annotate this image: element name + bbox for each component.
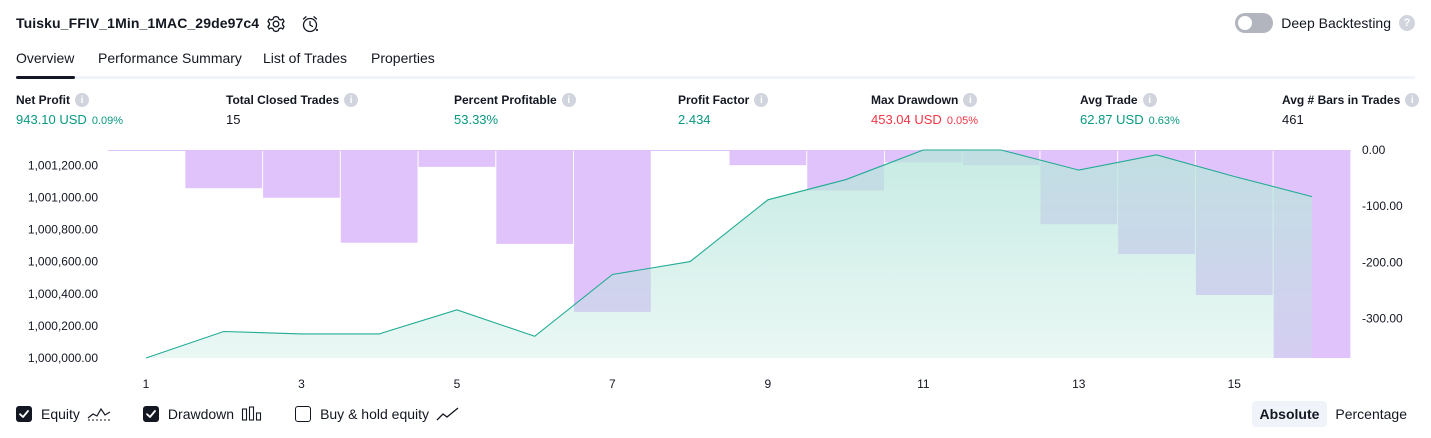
info-icon[interactable]: i (963, 93, 978, 107)
tab-properties[interactable]: Properties (371, 50, 435, 66)
metric-label: Max Drawdown (871, 93, 959, 107)
x-tick-label: 3 (298, 377, 305, 391)
legend-equity[interactable]: Equity (16, 406, 111, 422)
percentage-button[interactable]: Percentage (1327, 401, 1415, 427)
deep-backtesting-toggle[interactable] (1235, 13, 1274, 33)
metric-value: 461 (1282, 112, 1304, 127)
metric-value: 2.434 (678, 112, 711, 127)
tab-performance-summary[interactable]: Performance Summary (98, 50, 242, 66)
y-right-tick-label: 0.00 (1362, 143, 1386, 157)
info-icon[interactable]: i (75, 93, 89, 107)
equity-drawdown-chart: 1,000,000.00 1,000,200.00 1,000,400.00 1,00… (28, 143, 1403, 391)
equity-line-icon (87, 406, 111, 422)
settings-icon[interactable] (265, 13, 287, 35)
help-icon[interactable]: ? (1399, 15, 1415, 31)
metric-value: 62.87 USD (1080, 112, 1144, 127)
legend-equity-label: Equity (41, 406, 80, 422)
metric-percent-profitable: Percent Profitable i 53.33% (454, 93, 576, 127)
x-tick-label: 15 (1228, 377, 1242, 391)
y-left-tick-label: 1,000,800.00 (28, 223, 98, 237)
drawdown-bar (418, 150, 496, 167)
metric-percent: 0.09% (91, 115, 124, 127)
y-left-tick-label: 1,000,600.00 (28, 255, 98, 269)
metric-value: 943.10 USD (16, 112, 87, 127)
metric-label: Avg Trade (1080, 93, 1138, 107)
tab-bar: Overview Performance Summary List of Tra… (16, 46, 1415, 79)
info-icon[interactable]: i (1142, 93, 1157, 107)
metric-net-profit: Net Profit i 943.10 USD 0.09% (16, 93, 123, 127)
metric-value: 15 (226, 112, 241, 127)
metric-label: Percent Profitable (454, 93, 557, 107)
drawdown-bar (185, 150, 263, 189)
y-right-tick-label: -100.00 (1362, 199, 1403, 213)
legend-buy-hold[interactable]: Buy & hold equity (295, 406, 460, 422)
alert-clock-icon[interactable] (299, 13, 321, 35)
drawdown-checkbox[interactable] (142, 406, 159, 422)
metric-total-closed-trades: Total Closed Trades i 15 (226, 93, 359, 127)
legend-drawdown[interactable]: Drawdown (142, 406, 263, 422)
metric-value: 453.04 USD (871, 112, 942, 127)
drawdown-bar (729, 150, 807, 166)
drawdown-bars-icon (241, 406, 263, 422)
x-tick-label: 1 (143, 377, 150, 391)
metric-label: Avg # Bars in Trades (1282, 93, 1401, 107)
drawdown-bar (496, 150, 574, 244)
info-icon[interactable]: i (1405, 93, 1420, 107)
x-tick-label: 11 (917, 377, 930, 391)
x-tick-label: 9 (765, 377, 772, 391)
metric-label: Profit Factor (678, 93, 750, 107)
absolute-button[interactable]: Absolute (1251, 401, 1328, 427)
toggle-knob (1238, 16, 1253, 30)
metric-percent: 0.05% (946, 115, 979, 127)
strategy-header: Tuisku_FFIV_1Min_1MAC_29de97c4 Deep Back… (16, 10, 1415, 38)
drawdown-bar (340, 150, 418, 243)
x-tick-label: 5 (454, 377, 461, 391)
metric-label: Total Closed Trades (226, 93, 340, 107)
x-tick-label: 13 (1072, 377, 1086, 391)
metric-label: Net Profit (16, 93, 70, 107)
metric-avg-trade: Avg Trade i 62.87 USD 0.63% (1080, 93, 1180, 127)
metric-max-drawdown: Max Drawdown i 453.04 USD 0.05% (871, 93, 978, 127)
tab-list-of-trades[interactable]: List of Trades (263, 50, 347, 66)
info-icon[interactable]: i (344, 93, 359, 107)
metrics-row: Net Profit i 943.10 USD 0.09% Total Closed… (0, 93, 1431, 133)
value-mode-switch: Absolute Percentage (1251, 401, 1416, 427)
deep-backtesting-label: Deep Backtesting (1281, 15, 1391, 31)
y-left-tick-label: 1,000,400.00 (28, 287, 98, 301)
y-left-tick-label: 1,000,200.00 (28, 319, 98, 333)
metric-avg-bars: Avg # Bars in Trades i 461 (1282, 93, 1420, 127)
deep-backtesting: Deep Backtesting ? (1235, 13, 1415, 33)
y-right-tick-label: -200.00 (1362, 255, 1403, 269)
metric-profit-factor: Profit Factor i 2.434 (678, 93, 769, 127)
metric-value: 53.33% (454, 112, 499, 127)
legend-buy-hold-label: Buy & hold equity (320, 406, 430, 422)
chart-legend: Equity Drawdown Buy & hold equity (16, 403, 492, 425)
info-icon[interactable]: i (754, 93, 769, 107)
equity-checkbox[interactable] (16, 406, 32, 422)
y-left-tick-label: 1,001,000.00 (28, 190, 98, 204)
tab-overview[interactable]: Overview (16, 50, 74, 66)
y-right-tick-label: -300.00 (1362, 312, 1403, 326)
active-tab-indicator (16, 76, 75, 79)
legend-drawdown-label: Drawdown (167, 406, 235, 422)
buy-hold-line-icon (436, 406, 460, 422)
drawdown-bar (263, 150, 340, 198)
y-left-tick-label: 1,000,000.00 (28, 351, 98, 365)
metric-percent: 0.63% (1148, 115, 1180, 127)
y-left-tick-label: 1,001,200.00 (28, 158, 98, 172)
info-icon[interactable]: i (561, 93, 576, 107)
buy-hold-checkbox[interactable] (295, 406, 312, 422)
strategy-title: Tuisku_FFIV_1Min_1MAC_29de97c4 (16, 15, 260, 31)
x-tick-label: 7 (609, 377, 616, 391)
